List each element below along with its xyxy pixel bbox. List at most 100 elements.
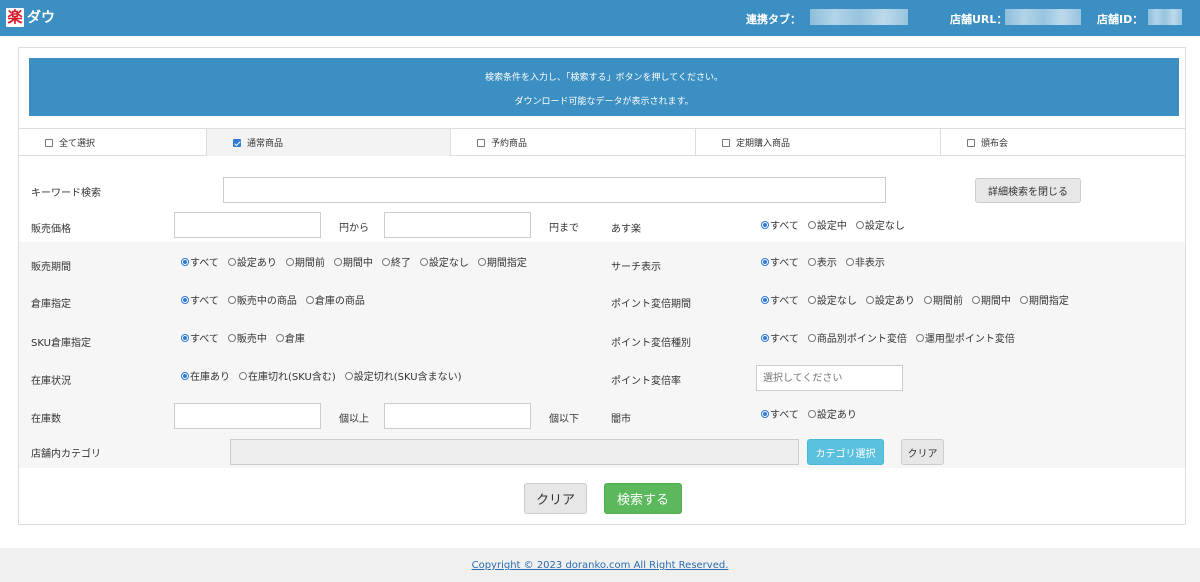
type-normal-product[interactable]: 通常商品 bbox=[207, 129, 451, 156]
radio-option[interactable]: すべて bbox=[761, 330, 799, 345]
radio-icon[interactable] bbox=[239, 371, 247, 380]
clear-button[interactable]: クリア bbox=[524, 483, 587, 514]
stock-status-label: 在庫状況 bbox=[31, 376, 71, 387]
radio-checked-icon[interactable] bbox=[181, 295, 189, 304]
keyword-input[interactable] bbox=[223, 177, 886, 203]
type-reserved-product[interactable]: 予約商品 bbox=[451, 129, 696, 156]
radio-icon[interactable] bbox=[971, 295, 980, 304]
checkbox-icon[interactable] bbox=[967, 138, 975, 147]
radio-option[interactable]: 倉庫の商品 bbox=[305, 292, 365, 307]
radio-option[interactable]: すべて bbox=[181, 254, 219, 269]
stock-min-input[interactable] bbox=[174, 403, 321, 429]
radio-icon[interactable] bbox=[1019, 295, 1028, 304]
radio-option[interactable]: 期間中 bbox=[971, 292, 1011, 307]
radio-checked-icon[interactable] bbox=[761, 409, 769, 418]
radio-icon[interactable] bbox=[807, 295, 816, 304]
warehouse-label: 倉庫指定 bbox=[31, 299, 71, 310]
radio-icon[interactable] bbox=[915, 333, 924, 342]
radio-option[interactable]: 設定あり bbox=[227, 254, 277, 269]
radio-option[interactable]: 販売中の商品 bbox=[227, 292, 297, 307]
radio-checked-icon[interactable] bbox=[181, 257, 189, 266]
radio-icon[interactable] bbox=[807, 220, 816, 229]
radio-icon[interactable] bbox=[865, 295, 874, 304]
radio-option[interactable]: 設定あり bbox=[807, 406, 857, 421]
shop-category-display bbox=[230, 439, 799, 465]
category-select-button[interactable]: カテゴリ選択 bbox=[807, 439, 884, 465]
radio-option[interactable]: 期間中 bbox=[333, 254, 373, 269]
asuraku-label: あす楽 bbox=[611, 224, 641, 235]
radio-option[interactable]: すべて bbox=[761, 217, 799, 232]
radio-icon[interactable] bbox=[227, 257, 236, 266]
radio-option[interactable]: 期間前 bbox=[285, 254, 325, 269]
shop-url-value-redacted bbox=[1005, 9, 1081, 25]
radio-icon[interactable] bbox=[227, 295, 236, 304]
checkbox-icon[interactable] bbox=[45, 138, 53, 147]
radio-icon[interactable] bbox=[807, 257, 816, 266]
radio-option[interactable]: すべて bbox=[761, 406, 799, 421]
price-to-suffix: 円まで bbox=[549, 223, 579, 234]
radio-checked-icon[interactable] bbox=[761, 220, 769, 229]
close-detail-search-button[interactable]: 詳細検索を閉じる bbox=[975, 178, 1081, 203]
radio-checked-icon[interactable] bbox=[181, 333, 189, 342]
radio-option[interactable]: 期間前 bbox=[923, 292, 963, 307]
type-select-all[interactable]: 全て選択 bbox=[19, 129, 207, 156]
radio-option[interactable]: 運用型ポイント変倍 bbox=[915, 330, 1015, 345]
radio-option[interactable]: 期間指定 bbox=[1019, 292, 1069, 307]
radio-option[interactable]: 倉庫 bbox=[275, 330, 305, 345]
copyright-link[interactable]: Copyright © 2023 doranko.com All Right R… bbox=[0, 560, 1200, 571]
checkbox-checked-icon[interactable] bbox=[233, 138, 241, 147]
radio-icon[interactable] bbox=[333, 257, 342, 266]
radio-icon[interactable] bbox=[305, 295, 314, 304]
radio-icon[interactable] bbox=[285, 257, 294, 266]
radio-icon[interactable] bbox=[923, 295, 932, 304]
radio-icon[interactable] bbox=[227, 333, 236, 342]
stock-count-label: 在庫数 bbox=[31, 414, 61, 425]
radio-checked-icon[interactable] bbox=[181, 371, 189, 380]
radio-icon[interactable] bbox=[381, 257, 390, 266]
sku-warehouse-label: SKU倉庫指定 bbox=[31, 338, 91, 349]
checkbox-icon[interactable] bbox=[477, 138, 485, 147]
radio-option[interactable]: 商品別ポイント変倍 bbox=[807, 330, 907, 345]
price-from-input[interactable] bbox=[174, 212, 321, 238]
radio-option[interactable]: 非表示 bbox=[845, 254, 885, 269]
radio-icon[interactable] bbox=[855, 220, 864, 229]
radio-icon[interactable] bbox=[419, 257, 428, 266]
type-subscription-product[interactable]: 定期購入商品 bbox=[696, 129, 941, 156]
checkbox-icon[interactable] bbox=[722, 138, 730, 147]
radio-option[interactable]: 表示 bbox=[807, 254, 837, 269]
type-distribution-event[interactable]: 頒布会 bbox=[941, 129, 1185, 156]
radio-icon[interactable] bbox=[807, 333, 816, 342]
radio-option[interactable]: 設定なし bbox=[855, 217, 905, 232]
radio-checked-icon[interactable] bbox=[761, 257, 769, 266]
radio-option[interactable]: 期間指定 bbox=[477, 254, 527, 269]
stock-min-suffix: 個以上 bbox=[339, 414, 369, 425]
radio-option[interactable]: すべて bbox=[181, 292, 219, 307]
radio-icon[interactable] bbox=[477, 257, 486, 266]
radio-option[interactable]: 終了 bbox=[381, 254, 411, 269]
category-clear-button[interactable]: クリア bbox=[901, 439, 944, 465]
search-button[interactable]: 検索する bbox=[604, 483, 682, 514]
link-tab-label: 連携タブ： bbox=[746, 13, 801, 26]
point-rate-select[interactable] bbox=[756, 365, 903, 391]
radio-icon[interactable] bbox=[807, 409, 816, 418]
stock-max-input[interactable] bbox=[384, 403, 531, 429]
radio-icon[interactable] bbox=[275, 333, 284, 342]
radio-option[interactable]: 設定なし bbox=[807, 292, 857, 307]
radio-option[interactable]: 設定切れ(SKU含まない) bbox=[344, 368, 462, 383]
radio-option[interactable]: すべて bbox=[761, 292, 799, 307]
radio-icon[interactable] bbox=[845, 257, 854, 266]
radio-icon[interactable] bbox=[344, 371, 353, 380]
point-period-radio-group: すべて 設定なし 設定あり 期間前 期間中 期間指定 bbox=[761, 292, 1078, 307]
radio-option[interactable]: 設定なし bbox=[419, 254, 469, 269]
radio-option[interactable]: 在庫切れ(SKU含む) bbox=[239, 368, 336, 383]
keyword-label: キーワード検索 bbox=[31, 188, 101, 199]
radio-option[interactable]: 設定あり bbox=[865, 292, 915, 307]
radio-option[interactable]: すべて bbox=[761, 254, 799, 269]
price-to-input[interactable] bbox=[384, 212, 531, 238]
radio-option[interactable]: 設定中 bbox=[807, 217, 847, 232]
radio-checked-icon[interactable] bbox=[761, 333, 769, 342]
radio-option[interactable]: 販売中 bbox=[227, 330, 267, 345]
radio-option[interactable]: すべて bbox=[181, 330, 219, 345]
radio-option[interactable]: 在庫あり bbox=[181, 368, 230, 383]
radio-checked-icon[interactable] bbox=[761, 295, 769, 304]
